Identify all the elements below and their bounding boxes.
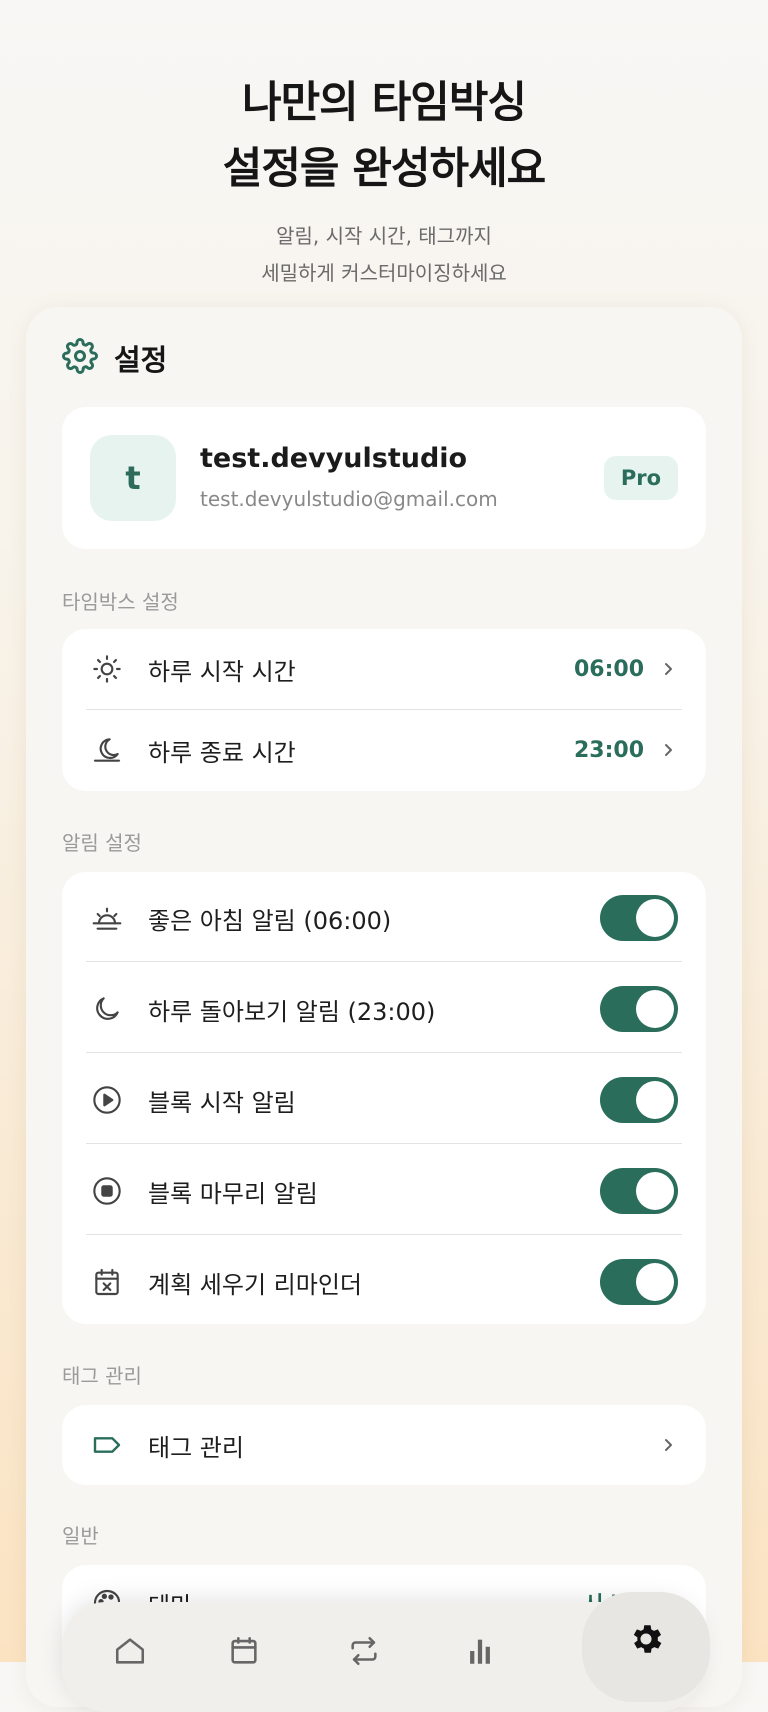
divider [86, 1234, 682, 1235]
review-alarm-row: 하루 돌아보기 알림 (23:00) [62, 969, 706, 1049]
toggle-knob [636, 1172, 674, 1210]
settings-header: 설정 [62, 337, 167, 379]
morning-alarm-label: 좋은 아침 알림 (06:00) [148, 906, 392, 935]
home-icon [113, 1634, 147, 1672]
pro-badge: Pro [604, 456, 678, 500]
calendar-icon [227, 1634, 261, 1672]
alarm-settings-group: 좋은 아침 알림 (06:00) 하루 돌아보기 알림 (23:00) 블록 시… [62, 872, 706, 1324]
moon-icon [90, 992, 124, 1026]
tab-calendar[interactable] [224, 1634, 264, 1674]
page-title: 설정 [114, 343, 168, 377]
toggle-knob [636, 1081, 674, 1119]
gear-icon [62, 338, 98, 378]
hero-title-line2: 설정을 완성하세요 [222, 144, 546, 194]
block-start-alarm-toggle[interactable] [600, 1077, 678, 1123]
tab-home[interactable] [110, 1634, 150, 1674]
profile-card[interactable]: t test.devyulstudio test.devyulstudio@gm… [62, 407, 706, 549]
chevron-right-icon [662, 659, 676, 679]
planning-reminder-row: 계획 세우기 리마인더 [62, 1242, 706, 1322]
tag-management-label: 태그 관리 [148, 1433, 244, 1462]
divider [86, 1143, 682, 1144]
profile-name: test.devyulstudio [200, 443, 468, 474]
divider [86, 1052, 682, 1053]
tab-stats[interactable] [460, 1634, 500, 1674]
day-end-time-label: 하루 종료 시간 [148, 738, 296, 767]
day-start-time-row[interactable]: 하루 시작 시간 06:00 [62, 629, 706, 709]
avatar: t [90, 435, 176, 521]
hero-title-line1: 나만의 타임박싱 [242, 78, 527, 128]
morning-alarm-row: 좋은 아침 알림 (06:00) [62, 878, 706, 958]
tags-group: 태그 관리 [62, 1405, 706, 1485]
gear-icon [627, 1620, 665, 1658]
day-end-time-value: 23:00 [573, 737, 644, 763]
stats-icon [463, 1634, 497, 1672]
planning-reminder-toggle[interactable] [600, 1259, 678, 1305]
play-circle-icon [90, 1083, 124, 1117]
block-start-alarm-row: 블록 시작 알림 [62, 1060, 706, 1140]
toggle-knob [636, 1263, 674, 1301]
divider [86, 961, 682, 962]
bottom-tab-bar [62, 1592, 710, 1712]
timebox-settings-group: 하루 시작 시간 06:00 하루 종료 시간 23:00 [62, 629, 706, 791]
hero-title: 나만의 타임박싱 설정을 완성하세요 [0, 70, 768, 202]
section-label-general: 일반 [62, 1524, 99, 1548]
day-start-time-value: 06:00 [573, 656, 644, 682]
repeat-icon [347, 1634, 381, 1672]
review-alarm-label: 하루 돌아보기 알림 (23:00) [148, 997, 436, 1026]
hero-subtitle: 알림, 시작 시간, 태그까지 세밀하게 커스터마이징하세요 [0, 218, 768, 292]
day-start-time-label: 하루 시작 시간 [148, 657, 296, 686]
block-end-alarm-label: 블록 마무리 알림 [148, 1179, 318, 1208]
tab-routine[interactable] [344, 1634, 384, 1674]
moon-icon [90, 733, 124, 767]
settings-card: 설정 t test.devyulstudio test.devyulstudio… [26, 307, 742, 1707]
block-start-alarm-label: 블록 시작 알림 [148, 1088, 296, 1117]
hero-subtitle-line2: 세밀하게 커스터마이징하세요 [261, 261, 507, 285]
sun-icon [90, 652, 124, 686]
toggle-knob [636, 990, 674, 1028]
day-end-time-row[interactable]: 하루 종료 시간 23:00 [62, 710, 706, 790]
profile-email: test.devyulstudio@gmail.com [200, 487, 498, 511]
tag-icon [90, 1428, 124, 1462]
tag-management-row[interactable]: 태그 관리 [62, 1405, 706, 1485]
chevron-right-icon [662, 740, 676, 760]
hero: 나만의 타임박싱 설정을 완성하세요 알림, 시작 시간, 태그까지 세밀하게 … [0, 70, 768, 292]
calendar-x-icon [90, 1265, 124, 1299]
block-end-alarm-toggle[interactable] [600, 1168, 678, 1214]
chevron-right-icon [662, 1435, 676, 1455]
planning-reminder-label: 계획 세우기 리마인더 [148, 1270, 362, 1299]
section-label-timebox: 타임박스 설정 [62, 590, 179, 614]
section-label-alarms: 알림 설정 [62, 831, 142, 855]
morning-alarm-toggle[interactable] [600, 895, 678, 941]
stop-circle-icon [90, 1174, 124, 1208]
sunrise-icon [90, 901, 124, 935]
hero-subtitle-line1: 알림, 시작 시간, 태그까지 [276, 224, 492, 248]
toggle-knob [636, 899, 674, 937]
block-end-alarm-row: 블록 마무리 알림 [62, 1151, 706, 1231]
review-alarm-toggle[interactable] [600, 986, 678, 1032]
section-label-tags: 태그 관리 [62, 1364, 142, 1388]
tab-settings[interactable] [582, 1592, 710, 1702]
